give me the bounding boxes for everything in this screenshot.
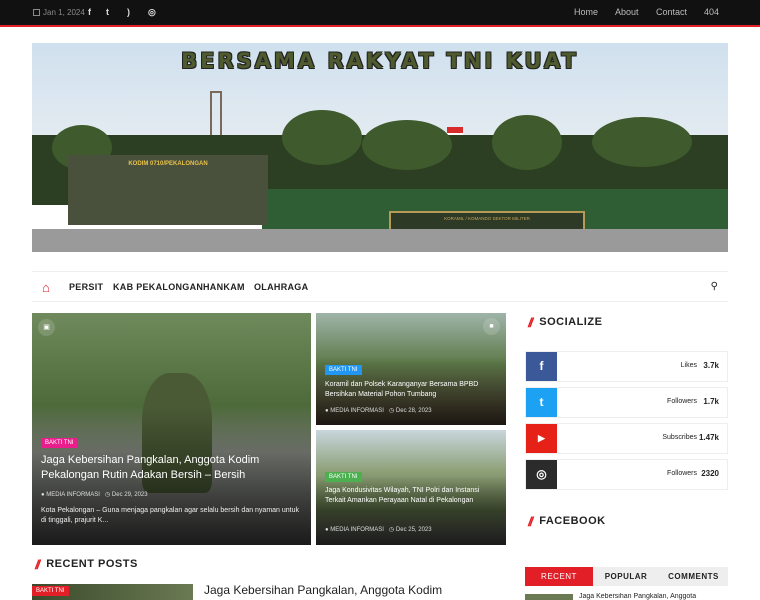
section-title: RECENT POSTS [46,558,138,570]
post-date: Dec 29, 2023 [111,492,148,498]
user-icon: ● [41,492,45,498]
user-icon: ● [325,408,329,414]
recent-post-thumb[interactable]: BAKTI TNI [32,584,193,600]
tab-popular[interactable]: POPULAR [593,567,659,586]
post-meta: ● MEDIA INFORMASI ◷ Dec 25, 2023 [325,526,432,533]
nav-home[interactable]: Home [574,7,598,17]
nav-item-persit[interactable]: PERSIT [69,282,103,292]
nav-item-kab-pekalongan[interactable]: KAB PEKALONGAN [113,282,203,292]
plaque-text: KORAMIL / KOMANDO SEKTOR MILITER [444,216,530,221]
social-label: Subscribes [662,434,697,441]
youtube-icon: ▶ [526,424,557,453]
header-banner[interactable]: KODIM 0710/PEKALONGAN KORAMIL / KOMANDO … [32,43,728,252]
banner-title: BERSAMA RAKYAT TNI KUAT [181,49,579,73]
sidebar-tabs: RECENT POPULAR COMMENTS [525,567,728,586]
search-icon[interactable]: ⚲ [711,281,718,292]
social-twitter[interactable]: t Followers 1.7k [525,387,728,418]
nav-contact[interactable]: Contact [656,7,687,17]
social-count: 3.7k [703,361,719,370]
post-author[interactable]: MEDIA INFORMASI [46,492,100,498]
clock-icon: ◷ [388,527,395,533]
calendar-icon [33,9,40,16]
facebook-icon: f [526,352,557,381]
rss-icon[interactable]: ) [127,7,130,17]
post-title[interactable]: Koramil dan Polsek Karanganyar Bersama B… [325,380,501,400]
category-badge[interactable]: BAKTI TNI [325,472,362,482]
social-count: 2320 [701,469,719,478]
category-badge[interactable]: BAKTI TNI [32,586,69,596]
social-instagram[interactable]: ◎ Followers 2320 [525,459,728,490]
tab-recent[interactable]: RECENT [525,567,593,586]
twitter-icon: t [526,388,557,417]
gate-text: KODIM 0710/PEKALONGAN [128,161,208,167]
recent-posts-heading: // RECENT POSTS [35,556,138,572]
facebook-icon[interactable]: f [88,7,91,17]
social-count: 1.47k [698,433,719,442]
post-title[interactable]: Jaga Kondusivitas Wilayah, TNI Polri dan… [325,486,501,506]
category-badge[interactable]: BAKTI TNI [325,365,362,375]
video-icon: ■ [483,318,500,335]
facebook-heading: // FACEBOOK [528,513,606,529]
date-text: Jan 1, 2024 [43,8,85,17]
social-label: Likes [680,362,697,369]
road [32,229,728,252]
instagram-icon[interactable]: ◎ [148,7,156,18]
social-youtube[interactable]: ▶ Subscribes 1.47k [525,423,728,454]
post-date: Dec 28, 2023 [395,408,432,414]
top-bar: Jan 1, 2024 f t ) ◎ Home About Contact 4… [0,0,760,27]
social-label: Followers [667,398,697,405]
tab-comments[interactable]: COMMENTS [659,567,728,586]
post-excerpt: Kota Pekalongan – Guna menjaga pangkalan… [41,507,300,525]
tab-preview-thumb[interactable] [525,594,573,600]
instagram-icon: ◎ [526,460,557,489]
image-icon: ▣ [38,319,55,336]
nav-item-hankam[interactable]: HANKAM [203,282,245,292]
nav-item-olahraga[interactable]: OLAHRAGA [254,282,308,292]
tab-preview-title[interactable]: Jaga Kebersihan Pangkalan, Anggota [579,593,728,600]
post-date: Dec 25, 2023 [395,527,432,533]
section-title: FACEBOOK [539,515,606,527]
nav-404[interactable]: 404 [704,7,719,17]
socialize-heading: // SOCIALIZE [528,314,603,330]
social-label: Followers [667,470,697,477]
home-icon[interactable]: ⌂ [42,280,50,295]
clock-icon: ◷ [388,408,395,414]
featured-post-top-right[interactable]: ■ BAKTI TNI Koramil dan Polsek Karangany… [316,313,506,425]
post-meta: ● MEDIA INFORMASI ◷ Dec 28, 2023 [325,407,432,414]
twitter-icon[interactable]: t [106,7,109,17]
category-badge[interactable]: BAKTI TNI [41,438,78,448]
section-title: SOCIALIZE [539,316,603,328]
featured-post-main[interactable]: ▣ BAKTI TNI Jaga Kebersihan Pangkalan, A… [32,313,311,545]
post-title[interactable]: Jaga Kebersihan Pangkalan, Anggota Kodim… [41,453,303,484]
clock-icon: ◷ [104,492,111,498]
social-count: 1.7k [703,397,719,406]
post-author[interactable]: MEDIA INFORMASI [330,527,384,533]
post-meta: ● MEDIA INFORMASI ◷ Dec 29, 2023 [41,491,148,498]
recent-post-title[interactable]: Jaga Kebersihan Pangkalan, Anggota Kodim [204,583,442,597]
main-nav: ⌂ PERSIT KAB PEKALONGAN HANKAM OLAHRAGA … [32,271,728,302]
top-date: Jan 1, 2024 [33,8,85,17]
user-icon: ● [325,527,329,533]
social-facebook[interactable]: f Likes 3.7k [525,351,728,382]
featured-post-bottom-right[interactable]: BAKTI TNI Jaga Kondusivitas Wilayah, TNI… [316,430,506,545]
nav-about[interactable]: About [615,7,639,17]
gate: KODIM 0710/PEKALONGAN [68,155,268,225]
post-author[interactable]: MEDIA INFORMASI [330,408,384,414]
